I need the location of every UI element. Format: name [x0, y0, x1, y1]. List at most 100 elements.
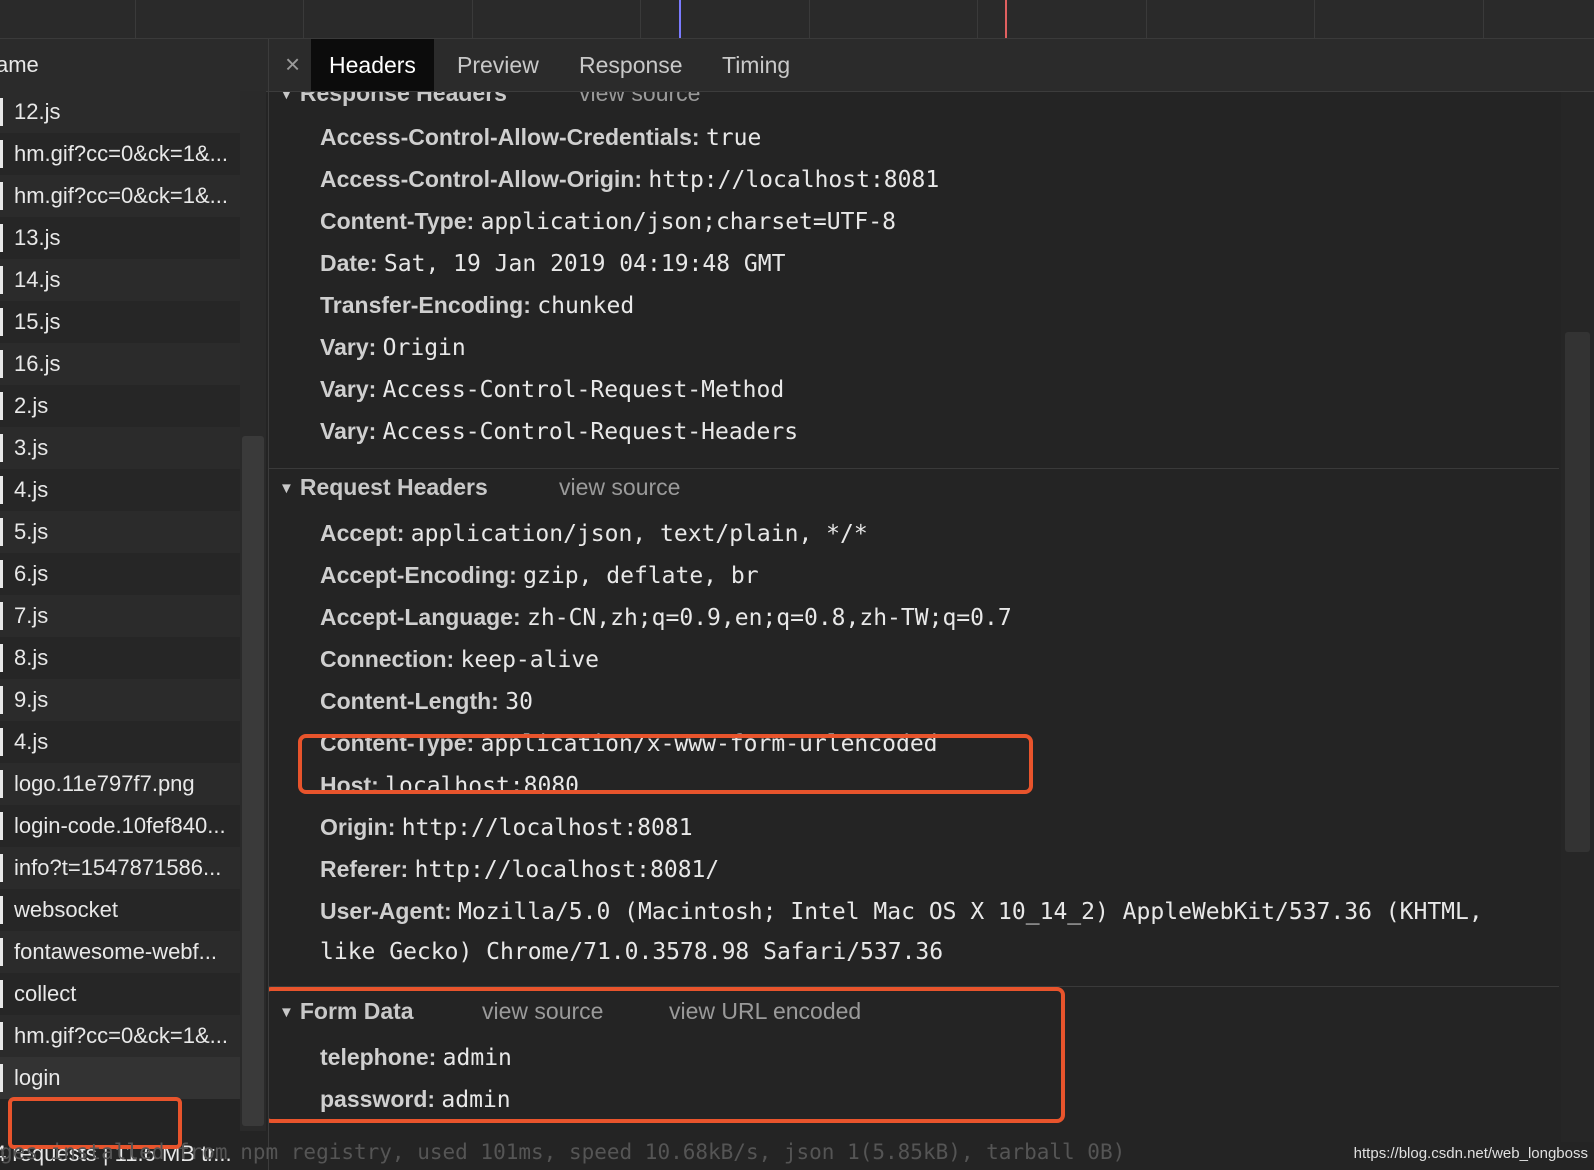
response-header-row: Access-Control-Allow-Credentials: true [320, 124, 761, 151]
header-value: like Gecko) Chrome/71.0.3578.98 Safari/5… [320, 939, 944, 965]
scrollbar-thumb[interactable] [1565, 332, 1590, 852]
request-header-row: Content-Length: 30 [320, 688, 533, 715]
tab-headers[interactable]: Headers [311, 39, 434, 91]
expand-triangle-icon: ▼ [279, 480, 294, 497]
header-key: Access-Control-Allow-Credentials: [320, 124, 700, 150]
request-row[interactable]: 15.js [0, 301, 240, 343]
tab-timing[interactable]: Timing [704, 39, 808, 91]
request-row[interactable]: 13.js [0, 217, 240, 259]
timeline-gridline [1483, 0, 1484, 38]
header-value: keep-alive [460, 647, 600, 673]
timeline-gridline [1146, 0, 1147, 38]
request-row[interactable]: 9.js [0, 679, 240, 721]
request-header-row: Accept: application/json, text/plain, */… [320, 520, 868, 547]
header-value: http://localhost:8081 [648, 167, 940, 193]
header-key: Vary: [320, 334, 377, 360]
name-column-label: ame [0, 52, 39, 77]
request-header-row: Origin: http://localhost:8081 [320, 814, 693, 841]
request-row[interactable]: fontawesome-webf... [0, 931, 240, 973]
form-data-highlight [269, 987, 1065, 1123]
request-row[interactable]: login-code.10fef840... [0, 805, 240, 847]
header-key: User-Agent: [320, 898, 452, 924]
timeline-gridline [640, 0, 641, 38]
header-value: chunked [537, 293, 635, 319]
header-key: Referer: [320, 856, 409, 882]
response-header-row: Content-Type: application/json;charset=U… [320, 208, 896, 235]
header-key: Date: [320, 250, 378, 276]
request-row[interactable]: logo.11e797f7.png [0, 763, 240, 805]
request-row[interactable]: hm.gif?cc=0&ck=1&... [0, 175, 240, 217]
request-header-row-continued: like Gecko) Chrome/71.0.3578.98 Safari/5… [320, 938, 943, 965]
timeline-gridline [809, 0, 810, 38]
header-value: application/json, text/plain, */* [410, 521, 868, 547]
dom-content-loaded-marker [679, 0, 681, 38]
response-headers-toggle[interactable]: ▼ Response Headers [279, 92, 507, 107]
request-row[interactable]: 4.js [0, 721, 240, 763]
header-key: Content-Type: [320, 208, 475, 234]
request-row[interactable]: collect [0, 973, 240, 1015]
header-value: http://localhost:8081 [401, 815, 693, 841]
request-row[interactable]: hm.gif?cc=0&ck=1&... [0, 133, 240, 175]
header-value: Access-Control-Request-Headers [382, 419, 799, 445]
timeline-overview[interactable] [0, 0, 1594, 39]
tab-response[interactable]: Response [561, 39, 701, 91]
request-list: 12.js hm.gif?cc=0&ck=1&... hm.gif?cc=0&c… [0, 91, 240, 1099]
response-header-row: Date: Sat, 19 Jan 2019 04:19:48 GMT [320, 250, 785, 277]
request-view-source-link[interactable]: view source [559, 474, 680, 501]
response-view-source-link[interactable]: view source [579, 92, 700, 107]
request-row[interactable]: 12.js [0, 91, 240, 133]
close-icon[interactable]: × [285, 49, 300, 80]
request-header-row: Accept-Encoding: gzip, deflate, br [320, 562, 759, 589]
details-tabbar: × Headers Preview Response Timing [269, 39, 1594, 92]
headers-panel: ▼ Response Headers view source Access-Con… [269, 92, 1559, 1170]
request-header-row: Connection: keep-alive [320, 646, 599, 673]
header-key: Connection: [320, 646, 455, 672]
request-row[interactable]: 14.js [0, 259, 240, 301]
scrollbar-thumb[interactable] [242, 436, 264, 1126]
name-column-header[interactable]: ame [0, 39, 268, 92]
response-header-row: Vary: Origin [320, 334, 466, 361]
request-row[interactable]: hm.gif?cc=0&ck=1&... [0, 1015, 240, 1057]
request-row[interactable]: 8.js [0, 637, 240, 679]
request-list-pane: ame 12.js hm.gif?cc=0&ck=1&... hm.gif?cc… [0, 39, 269, 1170]
header-value: Sat, 19 Jan 2019 04:19:48 GMT [383, 251, 786, 277]
response-headers-title: Response Headers [299, 92, 507, 106]
header-value: Origin [382, 335, 466, 361]
content-type-highlight [298, 734, 1033, 794]
request-header-row: Referer: http://localhost:8081/ [320, 856, 719, 883]
header-key: Origin: [320, 814, 396, 840]
request-row[interactable]: 16.js [0, 343, 240, 385]
headers-scrollbar[interactable] [1561, 92, 1594, 1142]
header-key: Vary: [320, 376, 377, 402]
timeline-gridline [977, 0, 978, 38]
request-row[interactable]: 5.js [0, 511, 240, 553]
request-header-row: Accept-Language: zh-CN,zh;q=0.9,en;q=0.8… [320, 604, 1012, 631]
request-row[interactable]: info?t=1547871586... [0, 847, 240, 889]
request-headers-title: Request Headers [299, 474, 488, 500]
request-row[interactable]: 3.js [0, 427, 240, 469]
request-list-scrollbar[interactable] [240, 91, 266, 1131]
header-key: Content-Length: [320, 688, 499, 714]
header-value: Mozilla/5.0 (Macintosh; Intel Mac OS X 1… [458, 899, 1483, 925]
request-row[interactable]: websocket [0, 889, 240, 931]
request-row[interactable]: 4.js [0, 469, 240, 511]
request-row[interactable]: 2.js [0, 385, 240, 427]
header-value: application/json;charset=UTF-8 [480, 209, 896, 235]
header-value: gzip, deflate, br [523, 563, 759, 589]
timeline-gridline [135, 0, 136, 38]
request-row[interactable]: 7.js [0, 595, 240, 637]
timeline-gridline [472, 0, 473, 38]
request-row[interactable]: 6.js [0, 553, 240, 595]
request-headers-toggle[interactable]: ▼ Request Headers [279, 474, 488, 501]
response-header-row: Vary: Access-Control-Request-Method [320, 376, 784, 403]
response-header-row: Vary: Access-Control-Request-Headers [320, 418, 798, 445]
header-key: Accept-Encoding: [320, 562, 517, 588]
section-divider [269, 468, 1559, 469]
tab-preview[interactable]: Preview [439, 39, 557, 91]
request-row-login[interactable]: login [0, 1057, 240, 1099]
header-value: true [705, 125, 762, 151]
response-header-row: Access-Control-Allow-Origin: http://loca… [320, 166, 939, 193]
header-value: Access-Control-Request-Method [382, 377, 785, 403]
request-header-row: User-Agent: Mozilla/5.0 (Macintosh; Inte… [320, 898, 1483, 925]
load-event-marker [1005, 0, 1007, 38]
